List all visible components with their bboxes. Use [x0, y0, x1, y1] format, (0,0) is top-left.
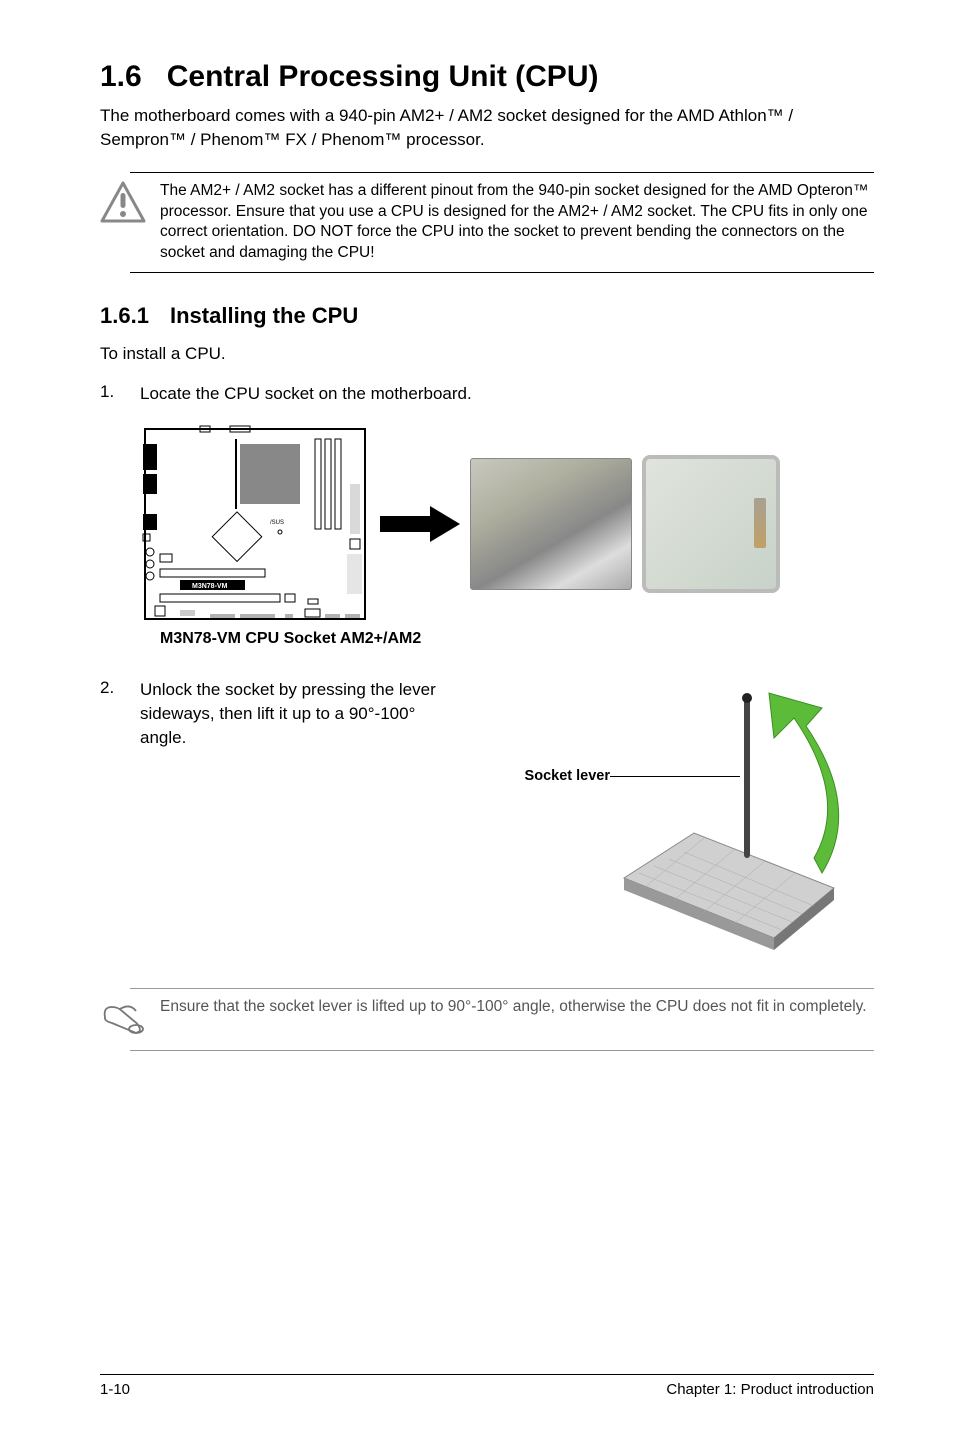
step-1: 1. Locate the CPU socket on the motherbo… [100, 382, 874, 406]
tip-text: Ensure that the socket lever is lifted u… [160, 997, 867, 1018]
section-title: Central Processing Unit (CPU) [167, 60, 599, 93]
intro-paragraph: The motherboard comes with a 940-pin AM2… [100, 104, 874, 152]
page-footer: 1-10 Chapter 1: Product introduction [100, 1374, 874, 1398]
subsection-title: Installing the CPU [170, 303, 358, 328]
socket-lever-illustration [604, 678, 854, 958]
board-model-label: M3N78-VM [192, 583, 228, 590]
warning-note: The AM2+ / AM2 socket has a different pi… [130, 172, 874, 274]
motherboard-diagram: /SUS M3N78-VM [140, 424, 370, 624]
install-intro: To install a CPU. [100, 344, 874, 364]
figure-row: /SUS M3N78-VM [140, 424, 874, 624]
step-number: 2. [100, 678, 140, 749]
page-number: 1-10 [100, 1381, 130, 1398]
chapter-label: Chapter 1: Product introduction [666, 1381, 874, 1398]
tip-note: Ensure that the socket lever is lifted u… [130, 988, 874, 1051]
cpu-socket-photo [470, 458, 632, 590]
arrow-icon [380, 504, 460, 544]
step-text: Locate the CPU socket on the motherboard… [140, 382, 874, 406]
figure-caption: M3N78-VM CPU Socket AM2+/AM2 [160, 630, 874, 648]
socket-lever-label: Socket lever [460, 768, 610, 784]
subsection-heading: 1.6.1Installing the CPU [100, 303, 874, 329]
warning-icon [100, 181, 150, 228]
step-2: 2. Unlock the socket by pressing the lev… [100, 678, 460, 749]
section-number: 1.6 [100, 60, 142, 93]
svg-text:/SUS: /SUS [270, 520, 284, 526]
cpu-chip-photo [642, 455, 780, 593]
hand-note-icon [100, 997, 150, 1042]
step-text: Unlock the socket by pressing the lever … [140, 678, 460, 749]
step-number: 1. [100, 382, 140, 406]
section-heading: 1.6 Central Processing Unit (CPU) [100, 60, 874, 94]
lever-figure: Socket lever [460, 678, 874, 978]
subsection-number: 1.6.1 [100, 303, 170, 329]
warning-text: The AM2+ / AM2 socket has a different pi… [160, 181, 874, 265]
